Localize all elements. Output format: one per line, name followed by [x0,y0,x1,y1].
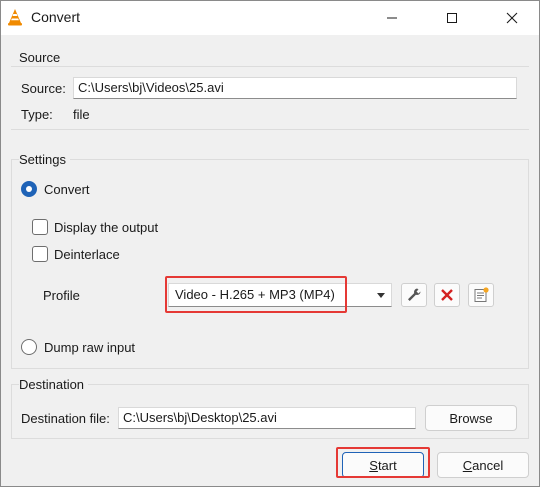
wrench-icon [408,288,421,301]
delete-profile-button[interactable] [434,283,460,307]
maximize-icon [447,13,457,23]
source-path-field[interactable]: C:\Users\bj\Videos\25.avi [73,77,517,99]
display-output-checkbox[interactable] [32,219,48,235]
type-value: file [73,107,90,122]
display-output-label[interactable]: Display the output [54,220,158,235]
deinterlace-checkbox[interactable] [32,246,48,262]
destination-file-label: Destination file: [21,411,110,426]
destination-group-title: Destination [19,377,89,392]
convert-radio-label[interactable]: Convert [44,182,90,197]
destination-file-field[interactable]: C:\Users\bj\Desktop\25.avi [118,407,416,429]
source-group-title: Source [19,50,61,65]
new-profile-icon [474,287,489,302]
close-icon [506,12,518,24]
cancel-button[interactable]: Cancel [437,452,529,478]
window-title: Convert [31,9,81,25]
red-x-icon [441,289,453,301]
cancel-button-label: Cancel [462,457,504,473]
profile-label: Profile [43,288,80,303]
profile-highlight-box [165,276,347,313]
source-label: Source: [21,81,66,96]
chevron-down-icon [377,293,385,298]
new-profile-button[interactable] [468,283,494,307]
edit-profile-button[interactable] [401,283,427,307]
type-label: Type: [21,107,53,122]
minimize-button[interactable] [369,1,415,35]
minimize-icon [387,17,397,19]
start-highlight-box [336,447,430,478]
dump-raw-radio[interactable] [21,339,37,355]
vlc-cone-icon [8,9,22,26]
title-bar: Convert [1,1,539,35]
convert-dialog: Convert Source Source: C:\Users\bj\Video… [0,0,540,487]
convert-radio[interactable] [21,181,37,197]
deinterlace-label[interactable]: Deinterlace [54,247,120,262]
browse-button-label: Browse [449,410,493,426]
settings-group-title: Settings [19,152,70,167]
browse-button[interactable]: Browse [425,405,517,431]
maximize-button[interactable] [429,1,475,35]
close-button[interactable] [489,1,535,35]
dump-raw-label[interactable]: Dump raw input [44,340,135,355]
